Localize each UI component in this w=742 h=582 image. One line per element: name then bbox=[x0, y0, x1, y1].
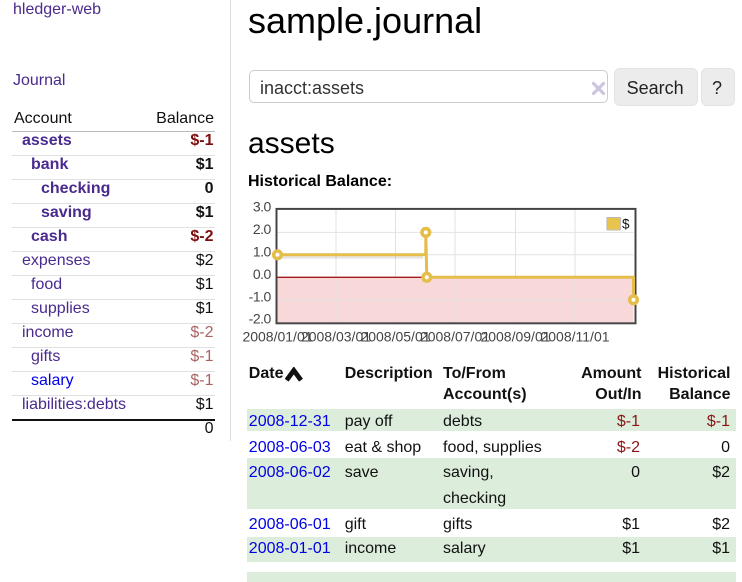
svg-text:$: $ bbox=[622, 217, 630, 232]
svg-text:-2.0: -2.0 bbox=[249, 311, 272, 327]
svg-text:-1.0: -1.0 bbox=[249, 288, 272, 304]
svg-text:3.0: 3.0 bbox=[253, 200, 272, 214]
svg-text:2.0: 2.0 bbox=[253, 221, 272, 237]
svg-text:1.0: 1.0 bbox=[253, 243, 272, 259]
svg-text:2008/11/01: 2008/11/01 bbox=[540, 329, 609, 345]
svg-text:0.0: 0.0 bbox=[253, 266, 272, 282]
